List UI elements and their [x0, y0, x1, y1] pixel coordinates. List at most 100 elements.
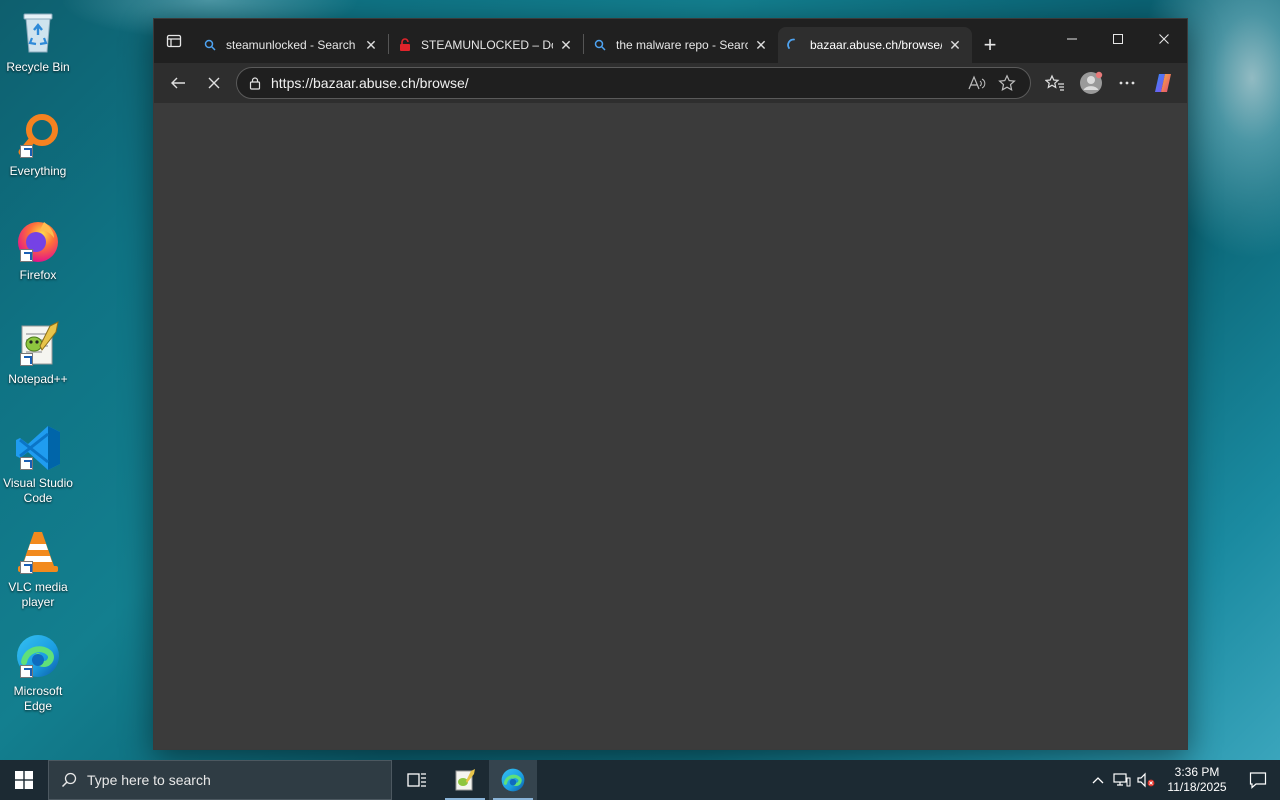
taskbar-notepadpp[interactable] [441, 760, 489, 800]
settings-more-button[interactable] [1109, 67, 1145, 99]
chevron-up-icon [1092, 777, 1104, 784]
task-view-icon [407, 773, 426, 787]
shortcut-arrow-icon [20, 665, 33, 678]
page-content-loading[interactable] [154, 103, 1187, 749]
tab-bazaar-browse[interactable]: bazaar.abuse.ch/browse/ ✕ [778, 27, 972, 63]
plus-icon: + [983, 32, 997, 57]
stop-loading-button[interactable] [196, 67, 232, 99]
tab-close-button[interactable]: ✕ [362, 36, 380, 54]
recycle-bin-icon [14, 8, 62, 56]
search-icon [61, 772, 77, 788]
ellipsis-icon [1119, 81, 1135, 85]
edge-icon [14, 632, 62, 680]
search-icon [202, 37, 218, 53]
shortcut-arrow-icon [20, 145, 33, 158]
lock-icon[interactable] [245, 76, 265, 90]
network-icon [1113, 773, 1131, 787]
tab-title: steamunlocked - Search [226, 38, 356, 52]
windows-logo-icon [15, 771, 33, 789]
desktop-icon-edge[interactable]: Microsoft Edge [2, 632, 74, 714]
desktop-icon-label: Notepad++ [8, 372, 68, 386]
steamunlocked-icon [397, 37, 413, 53]
desktop-icon-label: Microsoft Edge [13, 684, 63, 713]
tab-title: bazaar.abuse.ch/browse/ [810, 38, 942, 52]
notification-icon [1249, 772, 1267, 789]
search-icon [592, 37, 608, 53]
tab-actions-button[interactable] [154, 19, 194, 63]
favorites-button[interactable] [1037, 67, 1073, 99]
tab-close-button[interactable]: ✕ [752, 36, 770, 54]
tab-close-button[interactable]: ✕ [557, 36, 575, 54]
show-hidden-icons-button[interactable] [1086, 760, 1110, 800]
tab-close-button[interactable]: ✕ [946, 36, 964, 54]
read-aloud-button[interactable] [962, 75, 992, 91]
desktop-icon-label: Visual Studio Code [3, 476, 73, 505]
taskbar: Type here to search 3:36 PM 11/18/2025 [0, 760, 1280, 800]
everything-search-icon [14, 112, 62, 160]
desktop-icon-everything[interactable]: Everything [2, 112, 74, 179]
system-tray: 3:36 PM 11/18/2025 [1086, 760, 1280, 800]
tab-steamunlocked-download[interactable]: STEAMUNLOCKED – Dow ✕ [389, 27, 583, 63]
arrow-left-icon [171, 77, 185, 89]
tab-steamunlocked-search[interactable]: steamunlocked - Search ✕ [194, 27, 388, 63]
tab-title: the malware repo - Searc [616, 38, 748, 52]
vlc-icon [14, 528, 62, 576]
close-icon [208, 77, 220, 89]
shortcut-arrow-icon [20, 353, 33, 366]
search-placeholder: Type here to search [87, 772, 211, 788]
star-icon [998, 74, 1016, 91]
tab-strip: steamunlocked - Search ✕ STEAMUNLOCKED –… [154, 19, 1187, 63]
shortcut-arrow-icon [20, 249, 33, 262]
start-button[interactable] [0, 760, 48, 800]
volume-muted-icon [1137, 772, 1155, 788]
clock-time: 3:36 PM [1174, 765, 1220, 779]
taskbar-clock[interactable]: 3:36 PM 11/18/2025 [1158, 765, 1236, 795]
network-button[interactable] [1110, 760, 1134, 800]
desktop-icon-vscode[interactable]: Visual Studio Code [2, 424, 74, 506]
desktop-icon-label: Firefox [19, 268, 57, 282]
address-bar[interactable]: https://bazaar.abuse.ch/browse/ [236, 67, 1031, 99]
back-button[interactable] [160, 67, 196, 99]
desktop-icon-vlc[interactable]: VLC media player [2, 528, 74, 610]
close-window-button[interactable] [1141, 19, 1187, 59]
favorites-list-icon [1045, 74, 1064, 91]
maximize-icon [1113, 34, 1123, 44]
task-view-button[interactable] [393, 760, 441, 800]
clock-date: 11/18/2025 [1167, 780, 1227, 794]
minimize-icon [1067, 38, 1077, 40]
shortcut-arrow-icon [20, 561, 33, 574]
volume-button[interactable] [1134, 760, 1158, 800]
tab-actions-icon [166, 34, 182, 48]
maximize-button[interactable] [1095, 19, 1141, 59]
copilot-button[interactable] [1145, 67, 1181, 99]
copilot-icon [1155, 74, 1171, 92]
desktop-icon-notepadpp[interactable]: Notepad++ [2, 320, 74, 387]
desktop-icon-label: VLC media player [8, 580, 68, 609]
browser-toolbar: https://bazaar.abuse.ch/browse/ [154, 63, 1187, 103]
desktop-icon-firefox[interactable]: Firefox [2, 216, 74, 283]
edge-browser-window: steamunlocked - Search ✕ STEAMUNLOCKED –… [153, 18, 1188, 750]
notifications-button[interactable] [1236, 760, 1280, 800]
profile-button[interactable] [1073, 67, 1109, 99]
loading-spinner-icon [786, 37, 802, 53]
url-text[interactable]: https://bazaar.abuse.ch/browse/ [271, 75, 962, 91]
notepadpp-icon [14, 320, 62, 368]
read-aloud-icon [968, 75, 986, 90]
firefox-icon [14, 216, 62, 264]
edge-icon [501, 768, 525, 792]
window-controls [1049, 19, 1187, 59]
desktop-icon-recycle-bin[interactable]: Recycle Bin [2, 8, 74, 75]
desktop-icon-label: Recycle Bin [6, 60, 70, 74]
close-icon [1159, 34, 1169, 44]
avatar-icon [1080, 71, 1103, 94]
favorite-star-button[interactable] [992, 74, 1022, 92]
notepadpp-icon [455, 769, 475, 791]
taskbar-edge[interactable] [489, 760, 537, 800]
desktop-icon-label: Everything [9, 164, 67, 178]
minimize-button[interactable] [1049, 19, 1095, 59]
taskbar-search-box[interactable]: Type here to search [48, 760, 392, 800]
shortcut-arrow-icon [20, 457, 33, 470]
tab-malware-repo-search[interactable]: the malware repo - Searc ✕ [584, 27, 778, 63]
vscode-icon [14, 424, 62, 472]
new-tab-button[interactable]: + [972, 27, 1008, 63]
